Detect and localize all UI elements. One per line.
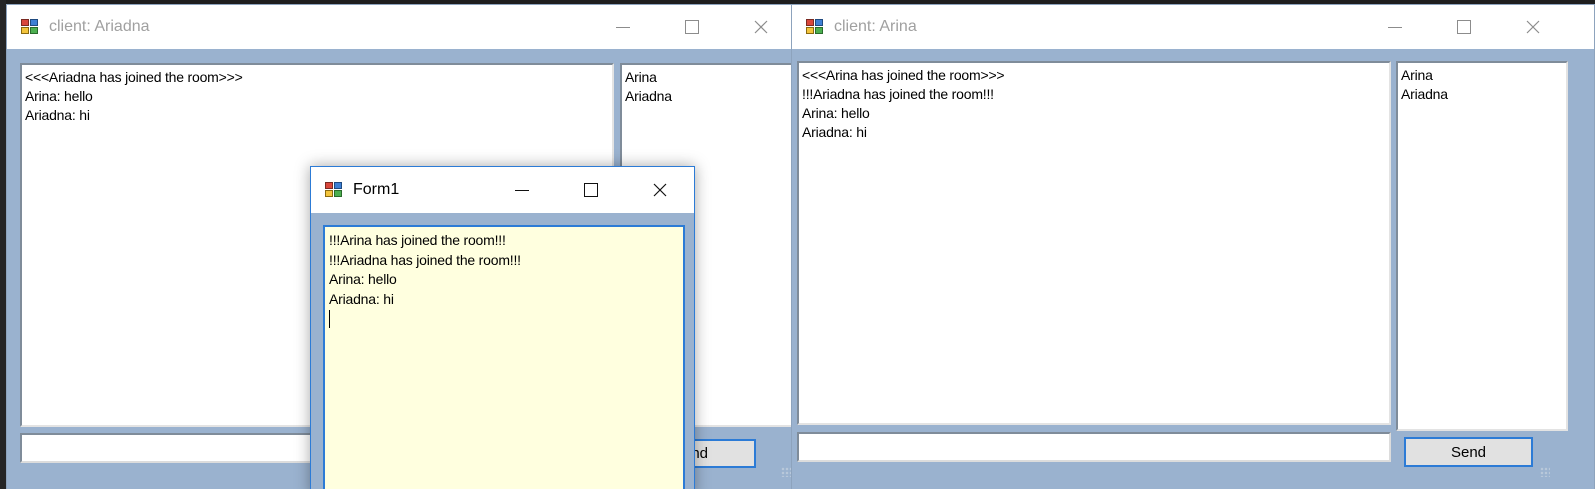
close-icon[interactable] xyxy=(726,5,793,49)
user-list-item[interactable]: Arina xyxy=(1401,66,1563,85)
chat-line: !!!Ariadna has joined the room!!! xyxy=(802,86,994,102)
minimize-icon[interactable] xyxy=(1360,5,1429,49)
maximize-icon[interactable] xyxy=(1429,5,1498,49)
message-input[interactable] xyxy=(797,432,1391,462)
server-log[interactable]: !!!Arina has joined the room!!! !!!Ariad… xyxy=(323,225,685,489)
window-title: Form1 xyxy=(353,181,400,198)
app-form-icon xyxy=(806,19,824,35)
user-list[interactable]: Arina Ariadna xyxy=(1396,61,1568,431)
log-line: Arina: hello xyxy=(329,271,397,287)
minimize-icon[interactable] xyxy=(487,167,556,213)
log-line: !!!Ariadna has joined the room!!! xyxy=(329,251,521,268)
user-list-item[interactable]: Arina xyxy=(625,68,793,87)
chat-line: <<<Arina has joined the room>>> xyxy=(802,67,1005,83)
text-caret xyxy=(329,309,679,329)
chat-line: Arina: hello xyxy=(25,88,93,104)
app-form-icon xyxy=(325,182,343,198)
chat-line: Ariadna: hi xyxy=(25,107,90,123)
log-line: !!!Arina has joined the room!!! xyxy=(329,232,506,248)
client-window-arina[interactable]: client: Arina <<<Arina has joined the ro… xyxy=(791,4,1595,489)
minimize-icon[interactable] xyxy=(588,5,657,49)
maximize-icon[interactable] xyxy=(556,167,625,213)
app-form-icon xyxy=(21,19,39,35)
chat-line: <<<Ariadna has joined the room>>> xyxy=(25,69,243,85)
close-icon[interactable] xyxy=(1498,5,1567,49)
window-title: client: Ariadna xyxy=(49,18,150,35)
log-line: Ariadna: hi xyxy=(329,290,394,307)
resize-grip-icon[interactable] xyxy=(1540,467,1550,477)
chat-line: Ariadna: hi xyxy=(802,124,867,140)
window-title: client: Arina xyxy=(834,18,917,35)
server-window-form1[interactable]: Form1 !!!Arina has joined the room!!! !!… xyxy=(310,166,695,489)
titlebar[interactable]: Form1 xyxy=(311,167,694,213)
resize-grip-icon[interactable] xyxy=(781,467,791,477)
maximize-icon[interactable] xyxy=(657,5,726,49)
chat-log[interactable]: <<<Arina has joined the room>>> !!!Ariad… xyxy=(797,61,1391,425)
titlebar[interactable]: client: Arina xyxy=(792,5,1594,49)
chat-line: Arina: hello xyxy=(802,105,870,121)
titlebar[interactable]: client: Ariadna xyxy=(7,5,793,49)
user-list-item[interactable]: Ariadna xyxy=(625,87,793,106)
close-icon[interactable] xyxy=(625,167,694,213)
send-button[interactable]: Send xyxy=(1404,437,1533,467)
user-list-item[interactable]: Ariadna xyxy=(1401,85,1563,104)
